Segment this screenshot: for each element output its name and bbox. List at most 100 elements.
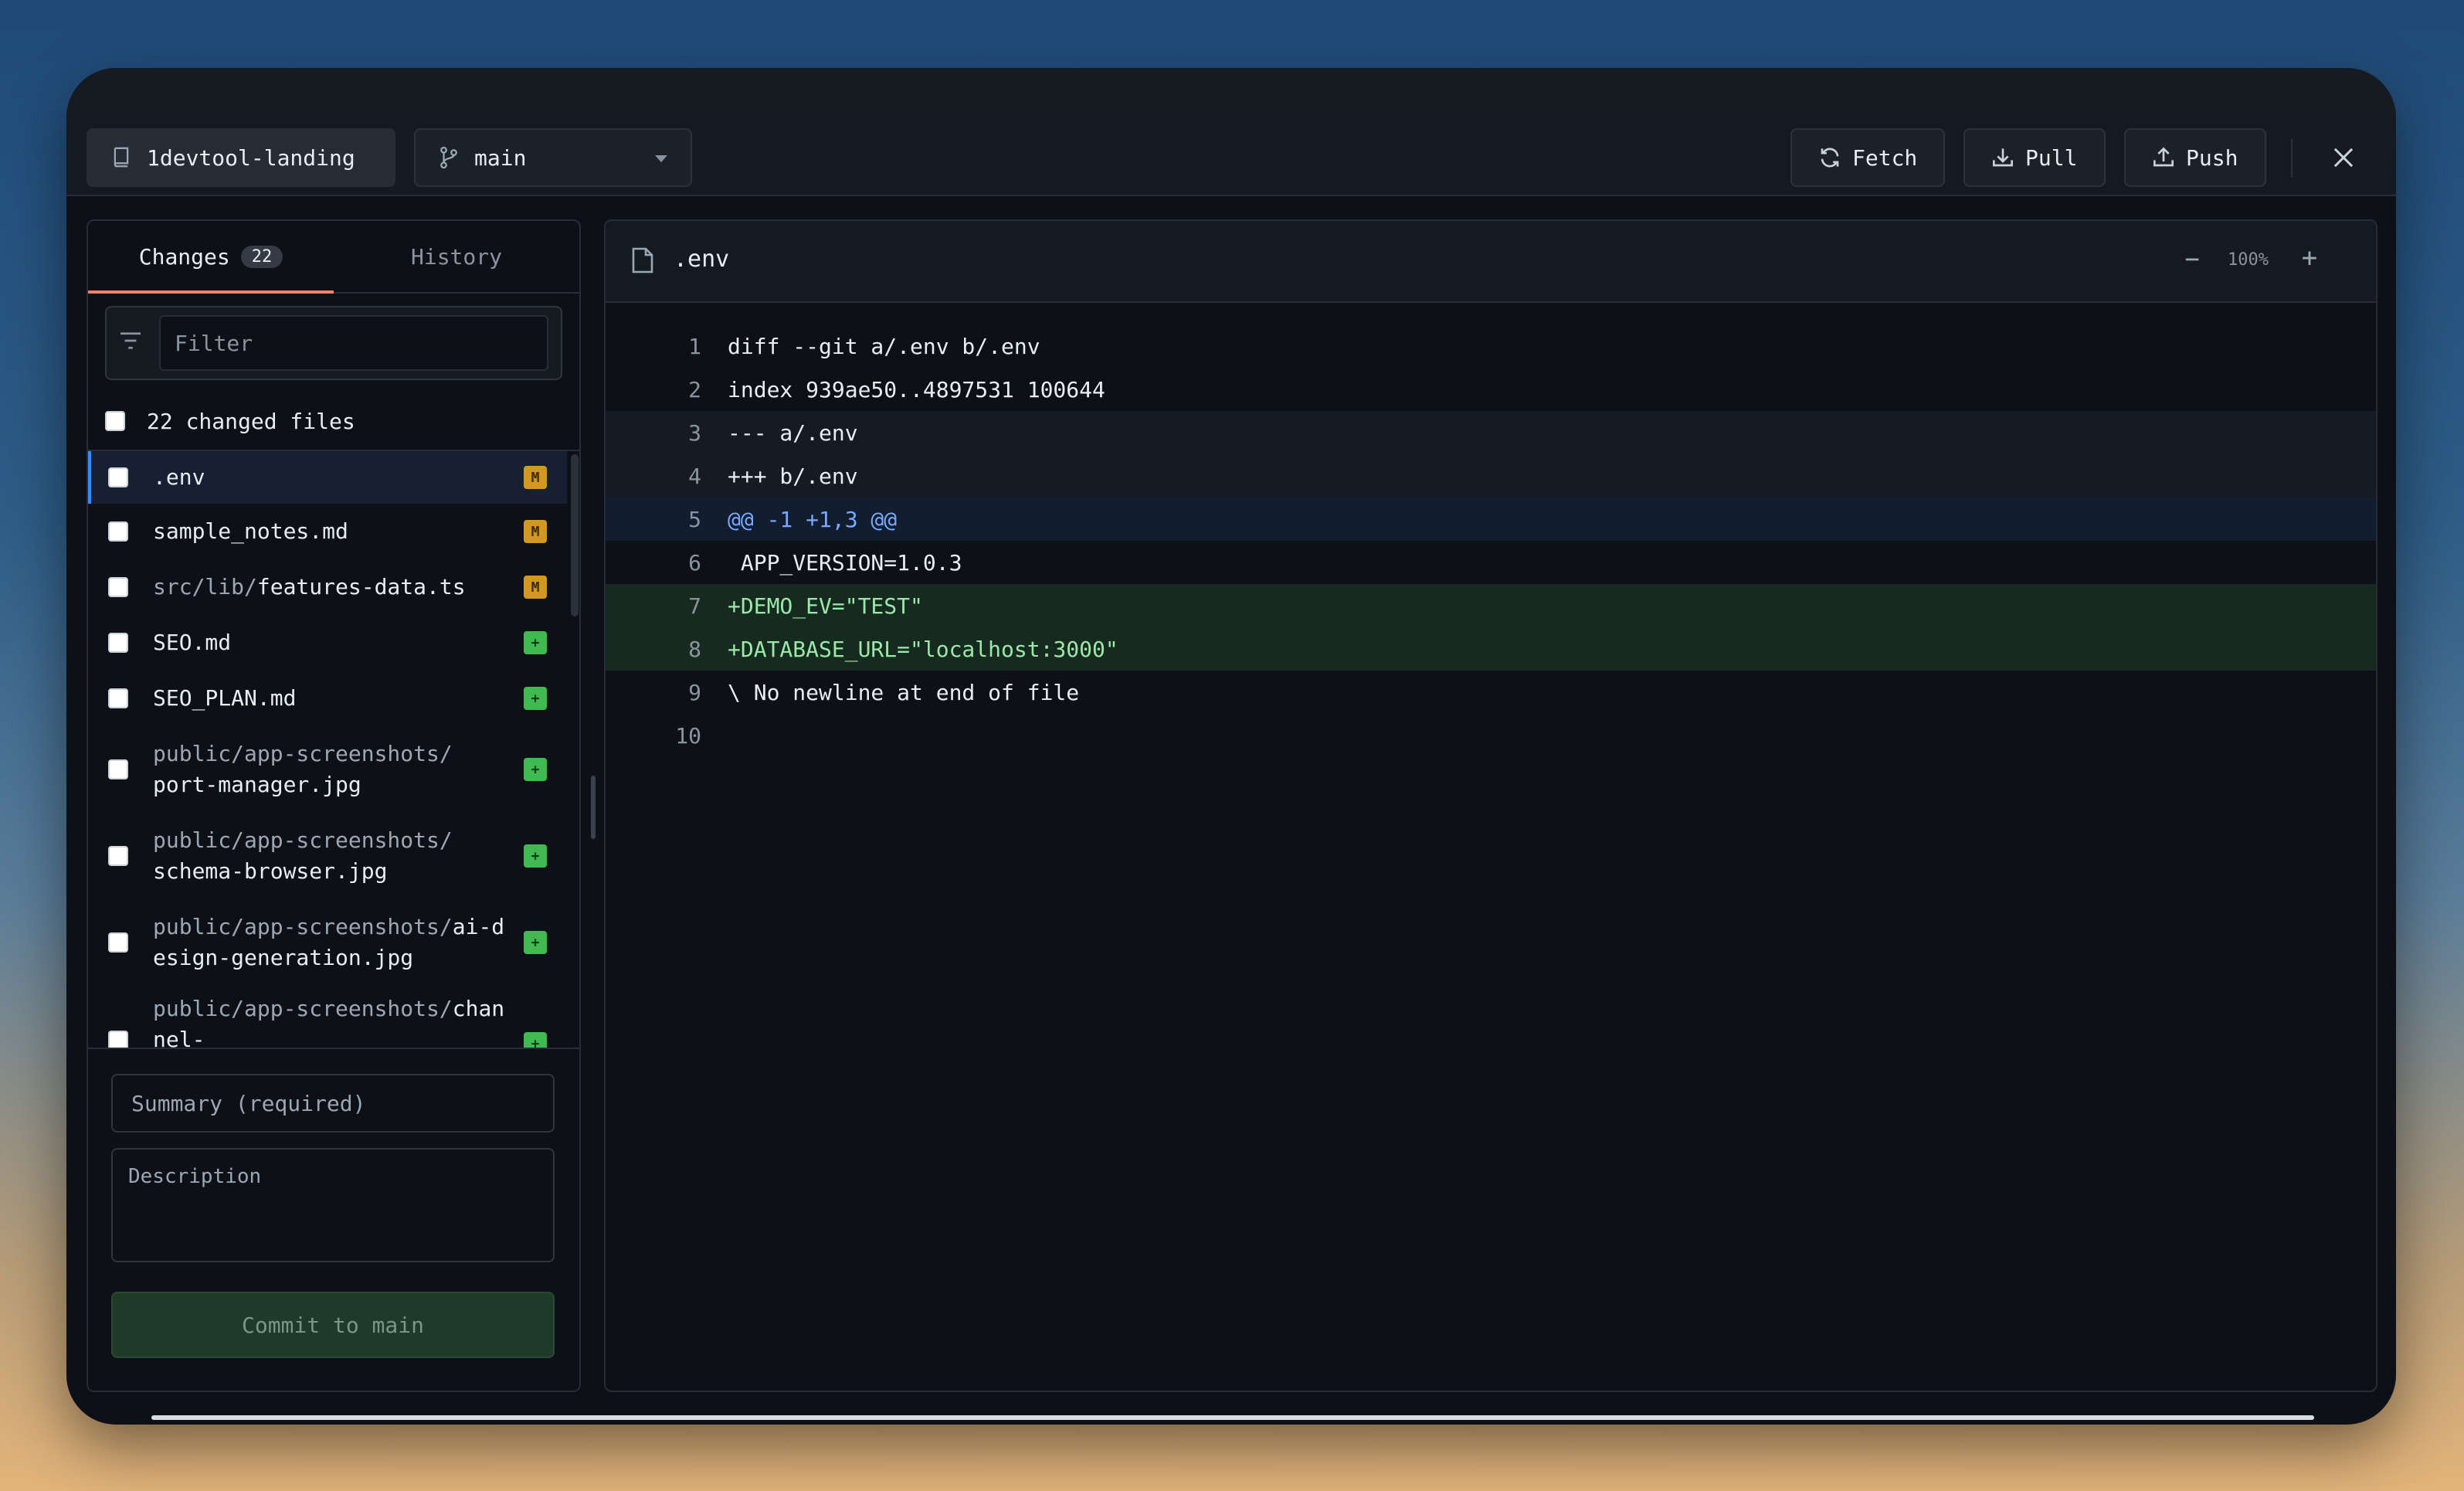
file-checkbox[interactable] — [108, 759, 128, 779]
file-name: SEO_PLAN.md — [153, 685, 297, 711]
line-number: 9 — [688, 679, 701, 705]
line-number: 2 — [688, 376, 701, 402]
line-code: APP_VERSION=1.0.3 — [728, 549, 962, 576]
file-row[interactable]: public/app-screenshots/ai-design-generat… — [88, 899, 567, 986]
fetch-label: Fetch — [1852, 144, 1918, 171]
branch-selector-button[interactable]: main — [414, 128, 692, 187]
line-number: 6 — [688, 549, 701, 576]
file-row[interactable]: SEO.md + — [88, 615, 567, 671]
git-branch-icon — [440, 146, 457, 169]
line-number: 5 — [688, 506, 701, 532]
pull-button[interactable]: Pull — [1963, 128, 2106, 187]
file-row[interactable]: sample_notes.md M — [88, 504, 567, 559]
file-row[interactable]: src/lib/features-data.ts M — [88, 559, 567, 615]
commit-form: Commit to main — [88, 1048, 579, 1391]
toolbar-divider — [2291, 139, 2293, 178]
added-badge: + — [524, 1032, 547, 1048]
description-textarea[interactable] — [111, 1148, 555, 1262]
push-label: Push — [2186, 144, 2238, 171]
line-code: @@ -1 +1,3 @@ — [728, 506, 898, 532]
diff-line: 6 APP_VERSION=1.0.3 — [606, 541, 2376, 584]
file-row[interactable]: SEO_PLAN.md + — [88, 671, 567, 726]
file-name: .env — [153, 464, 205, 490]
select-all-checkbox[interactable] — [105, 411, 125, 431]
diff-line-hunk-header: 5 @@ -1 +1,3 @@ — [606, 498, 2376, 541]
commit-button[interactable]: Commit to main — [111, 1292, 555, 1358]
repo-name: 1devtool-landing — [147, 144, 355, 171]
scrollbar-thumb[interactable] — [571, 454, 579, 616]
tab-history-label: History — [410, 243, 502, 270]
file-checkbox[interactable] — [108, 521, 128, 542]
tab-history[interactable]: History — [334, 221, 579, 292]
summary-input[interactable] — [111, 1074, 555, 1133]
fetch-button[interactable]: Fetch — [1790, 128, 1945, 187]
file-checkbox[interactable] — [108, 467, 128, 487]
modified-badge: M — [524, 466, 547, 489]
sidebar-tabs: Changes 22 History — [88, 221, 579, 294]
added-badge: + — [524, 758, 547, 781]
file-row[interactable]: public/app-screenshots/schema-browser.jp… — [88, 813, 567, 899]
line-number: 3 — [688, 419, 701, 446]
file-checkbox[interactable] — [108, 932, 128, 953]
file-row[interactable]: public/app-screenshots/channel- + — [88, 986, 567, 1048]
line-code: diff --git a/.env b/.env — [728, 333, 1040, 359]
zoom-level: 100% — [2228, 250, 2269, 270]
line-code: \ No newline at end of file — [728, 679, 1080, 705]
file-name: src/lib/features-data.ts — [153, 574, 466, 599]
select-all-row: 22 changed files — [88, 392, 579, 451]
added-badge: + — [524, 844, 547, 868]
added-badge: + — [524, 631, 547, 654]
download-icon — [1993, 148, 2013, 167]
changes-count-badge: 22 — [240, 245, 283, 268]
repo-selector-button[interactable]: 1devtool-landing — [87, 128, 395, 187]
panel-resize-handle[interactable] — [591, 776, 596, 839]
window-titlebar — [66, 68, 2396, 121]
zoom-in-button[interactable]: + — [2294, 243, 2325, 273]
upload-icon — [2153, 147, 2174, 167]
filter-input[interactable] — [159, 315, 548, 371]
diff-line: 1 diff --git a/.env b/.env — [606, 324, 2376, 368]
pull-label: Pull — [2025, 144, 2078, 171]
modified-badge: M — [524, 576, 547, 599]
file-icon — [632, 247, 653, 273]
diff-line: 2 index 939ae50..4897531 100644 — [606, 368, 2376, 411]
tab-changes[interactable]: Changes 22 — [88, 221, 334, 294]
file-row[interactable]: public/app-screenshots/port-manager.jpg … — [88, 726, 567, 813]
repo-icon — [114, 147, 129, 168]
changes-panel: Changes 22 History 22 changed files .env… — [87, 219, 581, 1392]
changed-files-list: .env M sample_notes.md M src/lib/feature… — [88, 451, 567, 1048]
file-checkbox[interactable] — [108, 577, 128, 597]
file-name: public/app-screenshots/schema-browser.jp… — [153, 827, 453, 884]
file-list-scrollbar[interactable] — [567, 451, 579, 1048]
chevron-down-icon — [655, 155, 667, 162]
close-icon — [2333, 148, 2354, 168]
file-checkbox[interactable] — [108, 1031, 128, 1048]
diff-viewer: .env − 100% + 1 diff --git a/.env b/.env… — [604, 219, 2377, 1392]
line-number: 10 — [675, 722, 701, 749]
file-name: public/app-screenshots/ai-design-generat… — [153, 914, 505, 970]
file-checkbox[interactable] — [108, 846, 128, 866]
line-code: --- a/.env — [728, 419, 858, 446]
file-checkbox[interactable] — [108, 688, 128, 708]
branch-name: main — [474, 144, 527, 171]
diff-line: 9 \ No newline at end of file — [606, 671, 2376, 714]
diff-line-added: 8 +DATABASE_URL="localhost:3000" — [606, 627, 2376, 671]
push-button[interactable]: Push — [2124, 128, 2266, 187]
line-code: +DATABASE_URL="localhost:3000" — [728, 636, 1118, 662]
changed-files-count: 22 changed files — [147, 408, 355, 434]
line-code: +++ b/.env — [728, 463, 858, 489]
diff-line-added: 7 +DEMO_EV="TEST" — [606, 584, 2376, 627]
line-number: 7 — [688, 593, 701, 619]
zoom-out-button[interactable]: − — [2177, 244, 2208, 273]
line-number: 1 — [688, 333, 701, 359]
file-name: SEO.md — [153, 630, 232, 655]
added-badge: + — [524, 687, 547, 710]
file-checkbox[interactable] — [108, 633, 128, 653]
filter-icon — [120, 332, 141, 349]
file-row-env[interactable]: .env M — [88, 451, 567, 504]
background-window-edge — [151, 1415, 2314, 1420]
line-number: 4 — [688, 463, 701, 489]
close-button[interactable] — [2327, 141, 2360, 175]
file-name: public/app-screenshots/channel- — [153, 996, 505, 1048]
added-badge: + — [524, 931, 547, 954]
